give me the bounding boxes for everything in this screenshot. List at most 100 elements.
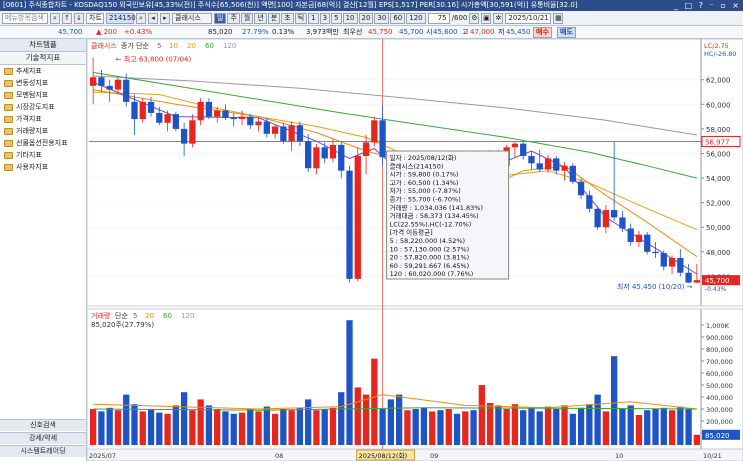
volume-bar bbox=[528, 407, 535, 445]
tooltip-line: 시가 : 59,800 (0.17%) bbox=[390, 170, 459, 179]
candle-body bbox=[313, 147, 320, 169]
period-button-14[interactable]: 120 bbox=[406, 12, 426, 24]
sidebar-item-6[interactable]: 선물옵션전용지표 bbox=[0, 137, 86, 149]
period-button-0[interactable]: 일 bbox=[214, 12, 227, 24]
volume-bar bbox=[89, 409, 97, 445]
sidebar-item-7[interactable]: 기타지표 bbox=[0, 149, 86, 161]
period-button-11[interactable]: 20 bbox=[358, 12, 374, 24]
volume-bar bbox=[172, 405, 179, 445]
quote-open: 45,600 bbox=[433, 28, 458, 36]
quote-price: 45,700 bbox=[58, 28, 83, 36]
candle-body bbox=[586, 195, 593, 209]
strength-button[interactable]: 강세/약세 bbox=[0, 432, 86, 444]
tooltip-line: LC(22.55%),HC(-12.70%) bbox=[390, 220, 472, 228]
quote-best-ask: 45,750 bbox=[368, 28, 393, 36]
save-icon[interactable]: ▣ bbox=[481, 12, 492, 24]
period-button-3[interactable]: 년 bbox=[254, 12, 267, 24]
sidebar-item-8[interactable]: 사용자지표 bbox=[0, 161, 86, 173]
candle-body bbox=[197, 101, 204, 121]
prev-stock-icon[interactable]: ◂ bbox=[148, 12, 158, 24]
menu-search-input[interactable]: 메뉴항목검색 bbox=[2, 12, 48, 24]
price-legend-item: 10 bbox=[169, 42, 178, 50]
candle-body bbox=[685, 272, 692, 283]
candle-body bbox=[362, 142, 370, 156]
candle-body bbox=[371, 120, 378, 143]
period-button-6[interactable]: 틱 bbox=[294, 12, 308, 24]
candle-body bbox=[553, 158, 560, 171]
sidebar-item-label: 변동성지표 bbox=[16, 79, 49, 87]
volume-bar bbox=[660, 407, 667, 445]
sidebar-item-4[interactable]: 가격지표 bbox=[0, 113, 86, 125]
arrow-up-icon[interactable]: ↑ bbox=[62, 12, 72, 24]
candle-body bbox=[147, 101, 155, 113]
period-button-9[interactable]: 5 bbox=[331, 12, 342, 24]
date-input[interactable]: 2025/10/21 bbox=[505, 12, 552, 24]
signal-search-button[interactable]: 신호검색 bbox=[0, 419, 86, 431]
settings-icon[interactable]: ⚙ bbox=[469, 12, 480, 24]
sell-button[interactable]: 매도 bbox=[557, 27, 576, 38]
tooltip-line: [가격 이동평균] bbox=[390, 228, 433, 237]
candle-body bbox=[106, 85, 113, 90]
next-stock-icon[interactable]: ▸ bbox=[160, 12, 170, 24]
calendar-icon[interactable]: ▦ bbox=[553, 12, 564, 24]
candle-body bbox=[189, 120, 196, 144]
stock-chart[interactable]: 62,000 60,000 58,000 56,000 54,000 52,000 50,0… bbox=[87, 39, 743, 461]
volume-bar bbox=[338, 392, 345, 445]
volume-bar bbox=[238, 412, 246, 445]
sidebar-item-label: 사용자지표 bbox=[16, 163, 49, 171]
volume-bar bbox=[577, 407, 585, 445]
data-count-input[interactable]: 75 bbox=[427, 12, 450, 24]
period-button-7[interactable]: 1 bbox=[308, 12, 319, 24]
volume-bar bbox=[106, 407, 113, 445]
tooltip-line: 60 : 59,291.667 (6.45%) bbox=[390, 262, 470, 270]
stock-code-input[interactable]: 214150 bbox=[106, 12, 136, 24]
period-button-5[interactable]: 초 bbox=[281, 12, 294, 24]
tooltip-line: 10 : 57,130.000 (2.57%) bbox=[390, 245, 470, 253]
quote-amount: 3,973백만 bbox=[306, 28, 339, 36]
candle-body bbox=[114, 79, 122, 90]
sidebar-item-5[interactable]: 거래량지표 bbox=[0, 125, 86, 137]
period-button-2[interactable]: 월 bbox=[240, 12, 254, 24]
sidebar-item-label: 선물옵션전용지표 bbox=[16, 139, 68, 147]
period-button-10[interactable]: 10 bbox=[342, 12, 358, 24]
sidebar-header[interactable]: 차트템플 bbox=[0, 39, 86, 52]
x-axis-label: 08 bbox=[275, 452, 283, 460]
sidebar-item-3[interactable]: 시장강도지표 bbox=[0, 101, 86, 113]
x-axis-label: 2025/07 bbox=[89, 452, 116, 460]
period-button-1[interactable]: 주 bbox=[227, 12, 240, 24]
chart-type-select[interactable]: 차트 bbox=[86, 12, 104, 24]
search-icon[interactable]: ⌕ bbox=[50, 12, 60, 24]
sidebar-item-2[interactable]: 모멘텀지표 bbox=[0, 89, 86, 101]
period-button-13[interactable]: 60 bbox=[390, 12, 406, 24]
period-button-4[interactable]: 분 bbox=[267, 12, 281, 24]
sidebar-section[interactable]: 기술적지표 bbox=[0, 52, 86, 65]
volume-bar bbox=[478, 385, 485, 445]
sidebar-item-1[interactable]: 변동성지표 bbox=[0, 77, 86, 89]
system-trading-button[interactable]: 시스템트레이딩 bbox=[0, 445, 86, 457]
candle-body bbox=[635, 234, 643, 242]
folder-icon bbox=[4, 67, 13, 75]
volume-bar bbox=[189, 410, 196, 445]
period-button-12[interactable]: 30 bbox=[374, 12, 390, 24]
candle-body bbox=[668, 257, 676, 267]
volume-bar bbox=[214, 409, 221, 445]
quote-high: 47,000 bbox=[470, 28, 495, 36]
volume-bar bbox=[470, 410, 477, 445]
candle-body bbox=[172, 114, 179, 129]
folder-icon bbox=[4, 139, 13, 147]
window-controls[interactable]: _ □ ? ⁻ ▫ × bbox=[674, 0, 741, 11]
gear-icon[interactable]: ✲ bbox=[493, 12, 504, 24]
sidebar-item-0[interactable]: 추세지표 bbox=[0, 65, 86, 77]
volume-bar bbox=[387, 399, 395, 445]
tooltip-line: 5 : 58,220.000 (4.52%) bbox=[390, 237, 465, 245]
candle-body bbox=[346, 170, 353, 279]
volume-bar bbox=[230, 413, 237, 445]
volume-legend-item: 단순 bbox=[115, 311, 128, 320]
quote-best-bid: 45,700 bbox=[399, 28, 424, 36]
volume-bar bbox=[395, 394, 403, 445]
buy-button[interactable]: 매수 bbox=[533, 27, 552, 38]
tooltip-line: 20 : 57,820.000 (3.81%) bbox=[390, 254, 470, 262]
arrow-down-icon[interactable]: ↓ bbox=[74, 12, 84, 24]
magnifier-icon[interactable]: ⌕ bbox=[136, 12, 146, 24]
period-button-8[interactable]: 3 bbox=[319, 12, 331, 24]
